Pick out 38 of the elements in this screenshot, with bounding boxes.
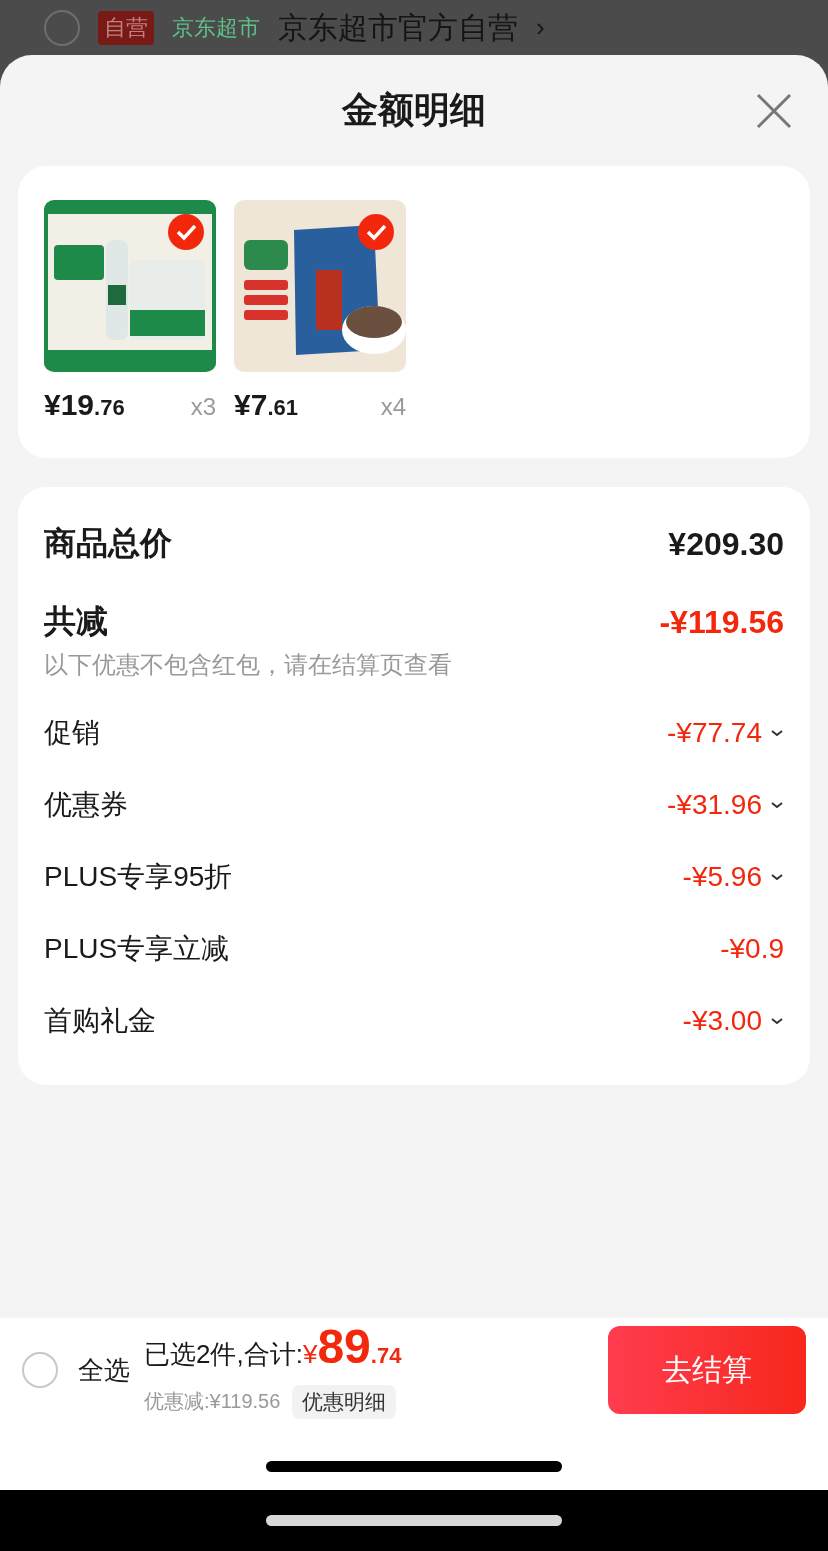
total-value: ¥209.30 xyxy=(668,525,784,563)
discount-detail-button[interactable]: 优惠明细 xyxy=(292,1384,397,1419)
discount-value: -¥119.56 xyxy=(659,603,784,641)
discount-row-label: 优惠券 xyxy=(44,788,128,822)
discount-row-value: -¥31.96 xyxy=(667,789,762,821)
discount-row-value: -¥77.74 xyxy=(667,717,762,749)
discount-row-value: -¥5.96 xyxy=(682,861,762,893)
checkbox[interactable] xyxy=(44,9,80,46)
store-tag: 京东超市 xyxy=(172,12,260,43)
selected-summary: 已选2件,合计: xyxy=(144,1337,303,1371)
checkout-button[interactable]: 去结算 xyxy=(608,1326,806,1414)
chevron-icon[interactable] xyxy=(770,872,784,882)
discount-label: 共减 xyxy=(44,602,108,641)
discount-row-label: PLUS专享95折 xyxy=(44,860,233,894)
discount-note: 以下优惠不包含红包，请在结算页查看 xyxy=(44,650,453,680)
saved-amount: 优惠减:¥119.56 xyxy=(144,1389,281,1414)
arrow-text: › xyxy=(536,12,545,43)
check-icon[interactable] xyxy=(358,214,394,250)
discount-row-label: 促销 xyxy=(44,716,100,750)
product-quantity: x4 xyxy=(380,393,406,421)
select-all-checkbox[interactable] xyxy=(22,1352,58,1388)
select-all-label[interactable]: 全选 xyxy=(78,1352,130,1388)
store-badge: 自营 xyxy=(98,10,154,45)
chevron-icon[interactable] xyxy=(770,1016,784,1026)
discount-row-value: -¥0.9 xyxy=(720,933,784,965)
discount-row-label: 首购礼金 xyxy=(44,1004,156,1038)
chevron-icon[interactable] xyxy=(770,728,784,738)
total-price: ¥89.74 xyxy=(302,1321,402,1375)
discount-row-label: PLUS专享立减 xyxy=(44,932,230,966)
close-icon[interactable] xyxy=(756,93,792,129)
check-icon[interactable] xyxy=(168,214,204,250)
product-price: ¥7.61 xyxy=(234,388,298,422)
discount-row-value: -¥3.00 xyxy=(682,1005,762,1037)
product-price: ¥19.76 xyxy=(44,388,125,422)
chevron-icon[interactable] xyxy=(770,800,784,810)
sheet-title: 金额明细 xyxy=(342,88,486,132)
product-quantity: x3 xyxy=(190,393,216,421)
total-label: 商品总价 xyxy=(44,524,172,563)
